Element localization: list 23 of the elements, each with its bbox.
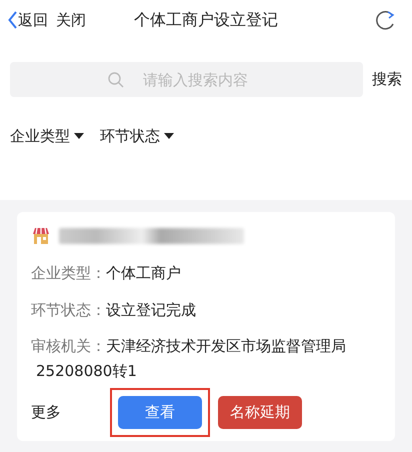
extend-button[interactable]: 名称延期: [218, 396, 302, 429]
filter-dropdown[interactable]: 企业类型: [10, 125, 84, 148]
field-value: 天津经济技术开发区市场监督管理局: [106, 336, 346, 357]
more-link[interactable]: 更多: [31, 401, 106, 424]
field-label: 审核机关：: [31, 336, 106, 357]
caret-icon: [164, 133, 174, 140]
shop-icon: [31, 226, 51, 246]
search-button[interactable]: 搜索: [372, 68, 402, 91]
caret-icon: [74, 133, 84, 140]
refresh-icon[interactable]: [374, 9, 396, 31]
search-field[interactable]: 请输入搜索内容: [10, 62, 363, 97]
back-button[interactable]: 返回: [8, 8, 48, 32]
back-icon: [8, 11, 18, 29]
page-title: 个体工商户设立登记: [134, 10, 278, 29]
search-icon: [108, 72, 124, 88]
field-label: 企业类型：: [31, 263, 106, 284]
close-button[interactable]: 关闭: [56, 8, 86, 32]
phone-number: 25208080转1: [36, 362, 137, 380]
field-label: 环节状态：: [31, 300, 106, 320]
view-button[interactable]: 查看: [118, 396, 202, 429]
field-value: 设立登记完成: [106, 300, 196, 320]
field-value: 个体工商户: [106, 263, 181, 284]
filter-dropdown[interactable]: 环节状态: [100, 125, 174, 148]
